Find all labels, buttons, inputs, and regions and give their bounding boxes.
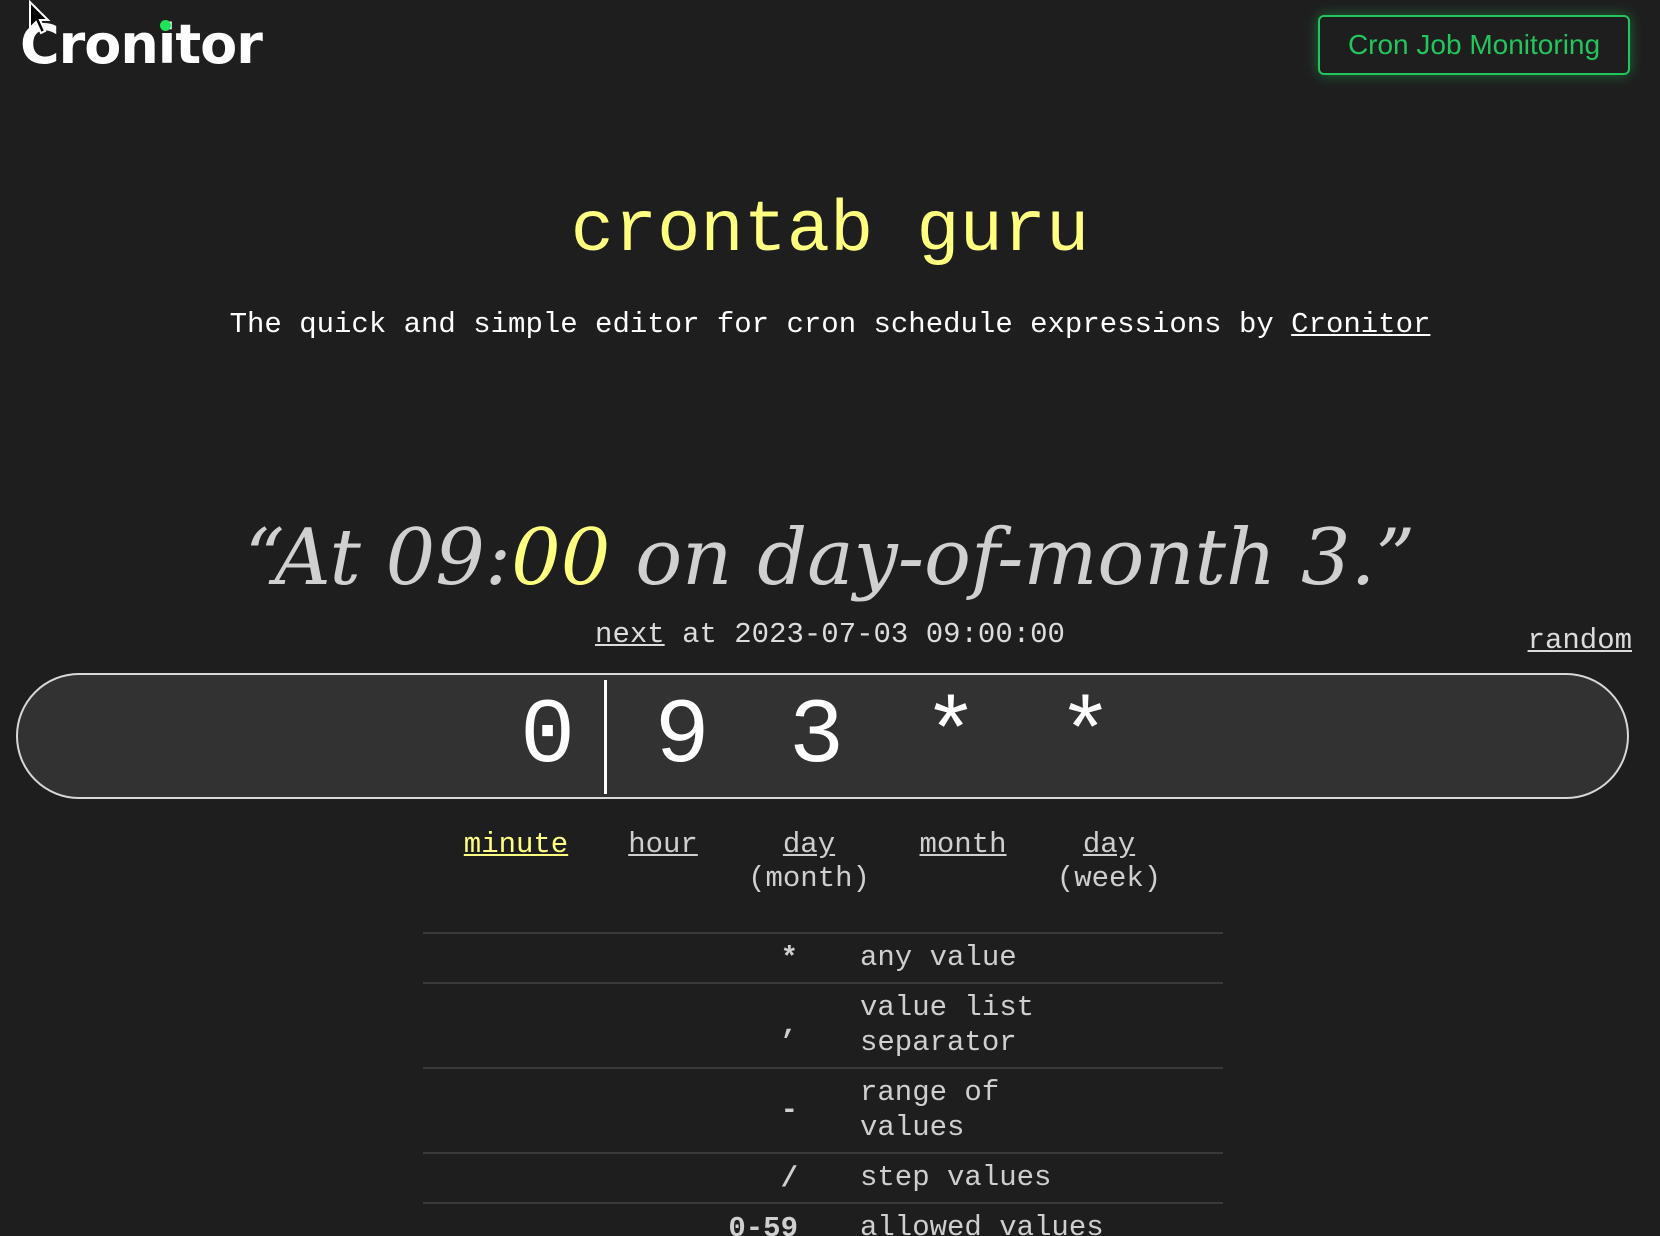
reference-symbol: 0-59 [728,1211,798,1236]
next-run-line: next at 2023-07-03 09:00:00 [0,618,1660,651]
reference-symbol: * [780,941,798,975]
text-caret [604,680,607,794]
subtitle-text: The quick and simple editor for cron sch… [229,308,1274,341]
field-labels: minute hour day (month) month day (week) [0,828,1660,908]
cronitor-link[interactable]: Cronitor [1291,308,1430,341]
syntax-reference-table: * any value , value list separator - ran… [423,932,1223,1236]
cron-job-monitoring-button[interactable]: Cron Job Monitoring [1318,15,1630,75]
description-part-1: At 09: [274,513,512,603]
table-row: 0-59 allowed values [423,1204,1223,1236]
field-name[interactable]: month [919,828,1006,862]
reference-symbol: - [780,1094,798,1127]
field-name[interactable]: day [1057,828,1161,862]
reference-description: value list separator [860,991,1035,1059]
field-label-day-month[interactable]: day (month) [748,828,870,896]
close-quote: ” [1375,513,1416,603]
field-label-month[interactable]: month [919,828,1006,862]
field-name[interactable]: minute [464,828,568,862]
cron-expression-value[interactable]: 0 9 3 * * [18,675,1627,797]
field-label-minute[interactable]: minute [464,828,568,862]
reference-description: any value [860,941,1017,974]
reference-symbol: , [780,1009,798,1042]
description-highlight: 00 [511,513,611,603]
schedule-description: “At 09:00 on day-of-month 3.” [0,508,1660,608]
table-row: * any value [423,934,1223,984]
field-sub: (month) [748,862,870,895]
field-name[interactable]: day [748,828,870,862]
logo-status-dot-icon [160,20,171,31]
field-label-day-week[interactable]: day (week) [1057,828,1161,896]
field-sub: (week) [1056,862,1162,895]
cronitor-logo[interactable]: Cronitor [20,14,263,76]
cron-expression-input[interactable]: 0 9 3 * * [16,673,1629,799]
random-link[interactable]: random [1528,624,1632,657]
page-subtitle: The quick and simple editor for cron sch… [0,308,1660,341]
reference-description: allowed values [860,1211,1104,1236]
reference-symbol: / [780,1161,798,1195]
next-link[interactable]: next [595,618,665,651]
mouse-pointer-icon [29,0,51,35]
field-name[interactable]: hour [628,828,698,862]
reference-description: range of values [860,1076,1000,1144]
reference-description: step values [860,1161,1052,1194]
page-title: crontab guru [570,190,1090,272]
description-part-2: on day-of-month 3. [610,513,1376,603]
open-quote: “ [244,513,275,603]
field-label-hour[interactable]: hour [628,828,698,862]
table-row: - range of values [423,1069,1223,1154]
table-row: , value list separator [423,984,1223,1069]
next-run-time: at 2023-07-03 09:00:00 [664,618,1065,651]
table-row: / step values [423,1154,1223,1204]
